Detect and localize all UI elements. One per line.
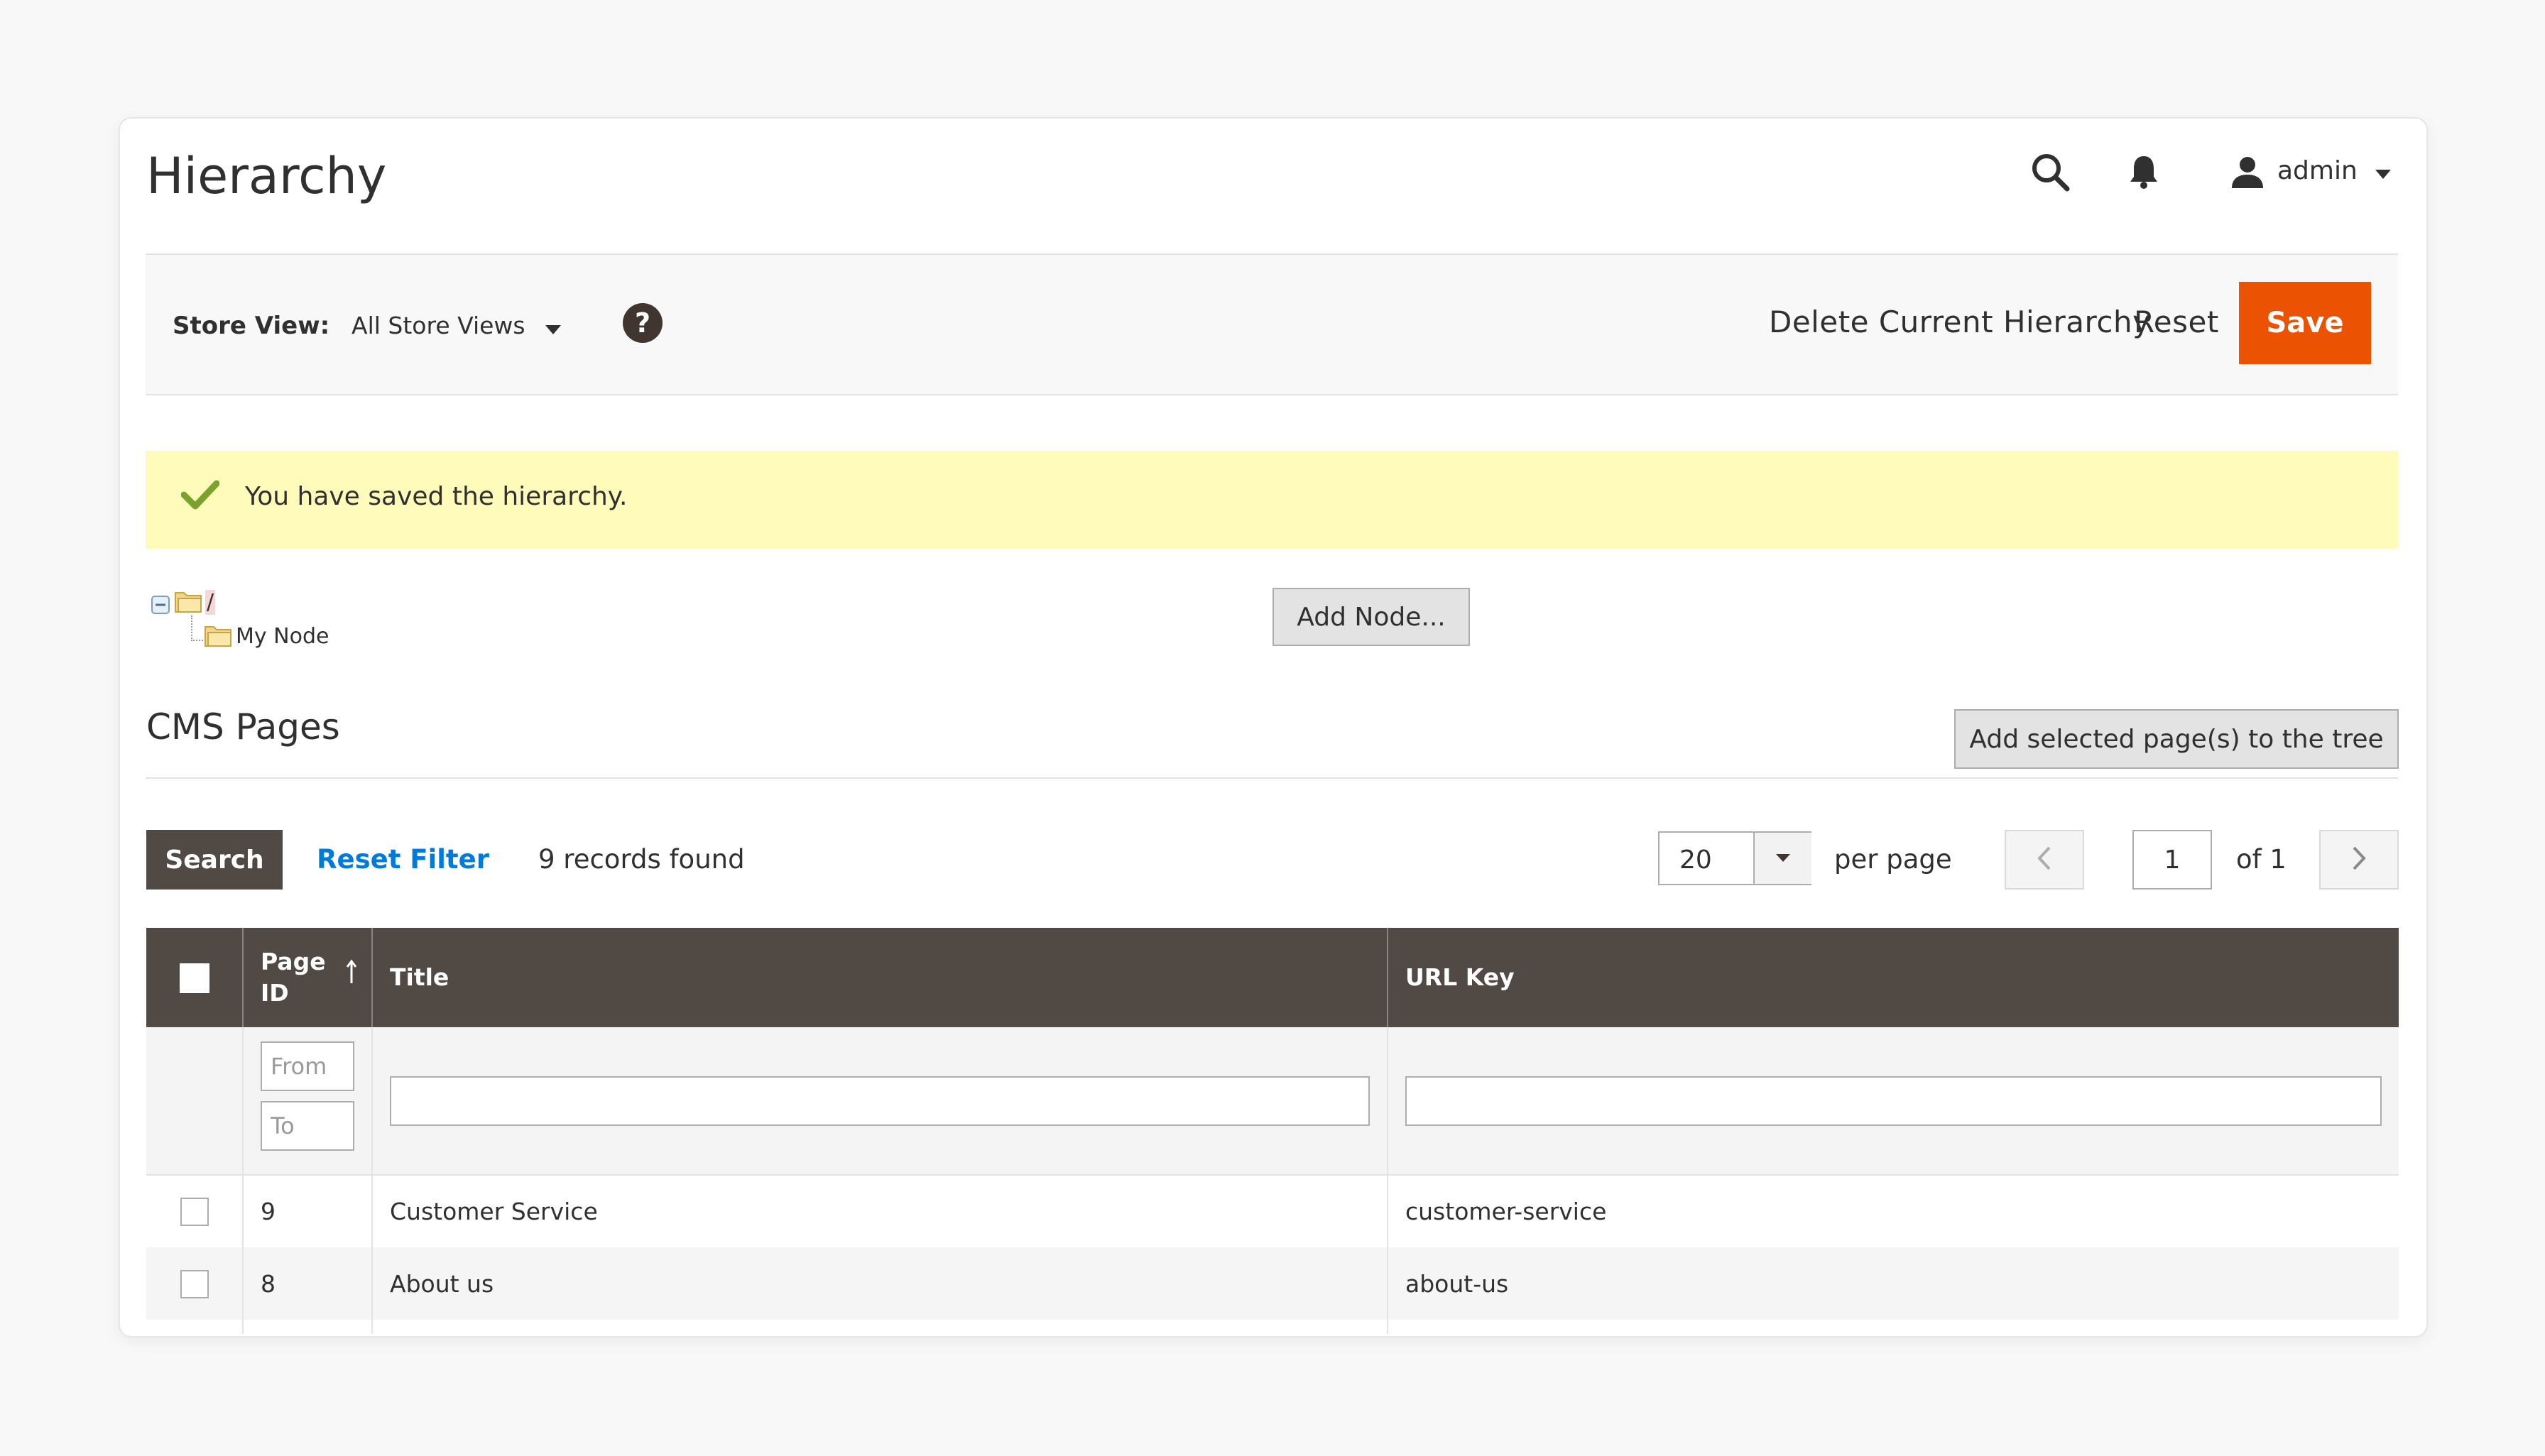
section-divider <box>146 777 2398 779</box>
folder-icon <box>174 589 204 617</box>
filter-cell-url-key <box>1387 1027 2399 1176</box>
page-id-from-input[interactable] <box>261 1041 354 1091</box>
filter-cell-title <box>371 1027 1388 1176</box>
cms-pages-grid: Page ID Title URL Key From To 9 Customer… <box>146 928 2399 1334</box>
row-page-id: 8 <box>242 1247 372 1320</box>
table-row-partial <box>146 1320 2399 1334</box>
per-page-label: per page <box>1834 844 1952 875</box>
title-filter-input[interactable] <box>390 1075 1370 1126</box>
hierarchy-panel: Hierarchy admin Store View: All Store Vi… <box>119 117 2428 1337</box>
page-title: Hierarchy <box>146 147 387 205</box>
select-all-checkbox[interactable] <box>179 963 209 994</box>
add-selected-pages-button[interactable]: Add selected page(s) to the tree <box>1954 709 2399 769</box>
table-row[interactable]: 9 Customer Service customer-service <box>146 1175 2399 1247</box>
page-id-to-input[interactable] <box>261 1100 354 1151</box>
row-checkbox[interactable] <box>180 1269 209 1298</box>
folder-icon <box>204 623 234 651</box>
total-pages: of 1 <box>2236 844 2287 875</box>
search-button[interactable]: Search <box>146 830 283 890</box>
save-button[interactable]: Save <box>2239 282 2371 364</box>
caret-down-icon <box>1753 833 1811 884</box>
column-header-page-id-label: Page ID <box>261 948 326 1007</box>
page-actions-toolbar: Store View: All Store Views ? Delete Cur… <box>146 253 2398 395</box>
row-checkbox[interactable] <box>180 1198 209 1227</box>
user-icon[interactable] <box>2226 147 2269 197</box>
store-view-switcher[interactable]: All Store Views <box>351 312 562 341</box>
svg-text:?: ? <box>635 307 650 339</box>
next-page-button[interactable] <box>2319 830 2399 890</box>
reset-filter-link[interactable]: Reset Filter <box>317 844 489 875</box>
user-name: admin <box>2277 156 2358 185</box>
filter-cell-empty <box>146 1027 243 1176</box>
tree-node-my-node[interactable]: My Node <box>236 624 329 649</box>
column-header-title[interactable]: Title <box>371 928 1388 1027</box>
records-found: 9 records found <box>538 844 745 875</box>
bell-icon[interactable] <box>2122 147 2165 197</box>
grid-header-row: Page ID Title URL Key <box>146 928 2399 1027</box>
row-url-key: about-us <box>1387 1247 2399 1320</box>
tree-root-node[interactable]: / <box>205 590 216 615</box>
chevron-left-icon <box>2037 845 2052 874</box>
sort-arrow-icon <box>346 959 357 992</box>
per-page-select[interactable]: 20 <box>1658 831 1811 885</box>
row-url-key: customer-service <box>1387 1175 2399 1247</box>
search-icon[interactable] <box>2025 147 2075 197</box>
row-page-id: 9 <box>242 1175 372 1247</box>
previous-page-button[interactable] <box>2005 830 2084 890</box>
grid-filter-row <box>146 1027 2399 1176</box>
page-number-input[interactable] <box>2132 830 2212 890</box>
success-message-text: You have saved the hierarchy. <box>245 482 628 511</box>
column-header-url-key[interactable]: URL Key <box>1387 928 2399 1027</box>
column-header-page-id[interactable]: Page ID <box>242 928 372 1027</box>
chevron-right-icon <box>2351 845 2367 874</box>
store-view-label: Store View: <box>173 312 330 340</box>
url-key-filter-input[interactable] <box>1405 1075 2382 1126</box>
reset-button[interactable]: Reset <box>2134 305 2219 339</box>
caret-down-icon <box>2375 150 2392 193</box>
select-all-header <box>146 928 243 1027</box>
check-icon <box>180 479 220 513</box>
table-row[interactable]: 8 About us about-us <box>146 1247 2399 1320</box>
per-page-value: 20 <box>1679 845 1712 875</box>
filter-cell-page-id <box>242 1027 372 1176</box>
user-menu[interactable]: admin <box>2277 150 2392 193</box>
row-title: Customer Service <box>371 1175 1388 1247</box>
caret-down-icon <box>545 313 562 341</box>
store-view-value: All Store Views <box>351 312 525 339</box>
delete-hierarchy-button[interactable]: Delete Current Hierarchy <box>1769 305 2150 339</box>
tree-collapse-icon[interactable] <box>151 596 170 617</box>
help-icon[interactable]: ? <box>621 302 664 347</box>
cms-pages-title: CMS Pages <box>146 706 340 748</box>
add-node-button[interactable]: Add Node... <box>1272 588 1470 646</box>
row-title: About us <box>371 1247 1388 1320</box>
success-message: You have saved the hierarchy. <box>146 451 2398 549</box>
